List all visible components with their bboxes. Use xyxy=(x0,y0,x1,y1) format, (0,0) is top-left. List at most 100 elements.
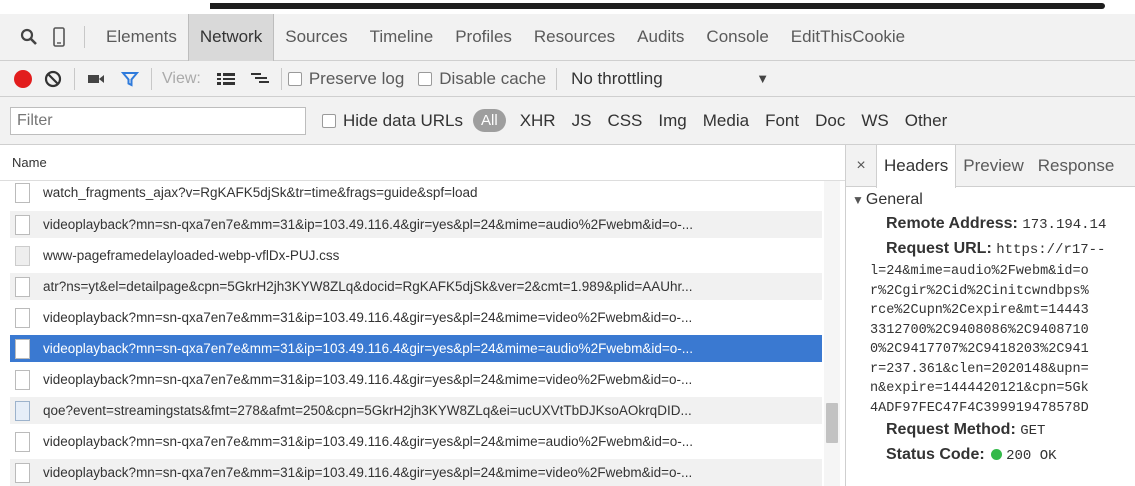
filter-type-font[interactable]: Font xyxy=(757,111,807,131)
status-ok-icon xyxy=(991,449,1003,461)
large-rows-icon[interactable] xyxy=(209,61,243,97)
window-top-edge xyxy=(0,0,1135,14)
preserve-log-checkbox[interactable]: Preserve log xyxy=(287,68,405,89)
document-icon xyxy=(15,431,30,452)
table-row[interactable]: videoplayback?mn=sn-qxa7en7e&mm=31&ip=10… xyxy=(10,304,822,331)
filter-type-ws[interactable]: WS xyxy=(853,111,896,131)
remote-address-value: 173.194.14 xyxy=(1022,217,1107,233)
preserve-log-label: Preserve log xyxy=(308,68,405,88)
status-code-row: Status Code: 200 OK xyxy=(846,443,1135,468)
filter-type-media[interactable]: Media xyxy=(695,111,757,131)
checkbox-box[interactable] xyxy=(287,71,302,86)
overview-icon[interactable] xyxy=(243,61,277,97)
throttling-select[interactable]: No throttling ▼ xyxy=(571,69,769,89)
clear-icon[interactable] xyxy=(36,61,70,97)
divider xyxy=(280,67,282,90)
status-code-label: Status Code: xyxy=(886,446,985,463)
filter-input[interactable] xyxy=(10,106,306,135)
url-line: 0%2C9417707%2C9418203%2C941 xyxy=(870,342,1089,357)
filter-icon[interactable] xyxy=(113,61,147,97)
tab-preview[interactable]: Preview xyxy=(956,145,1030,187)
url-line: l=24&mime=audio%2Fwebm&id=o xyxy=(870,264,1089,279)
tab-sources[interactable]: Sources xyxy=(274,14,358,61)
status-code-value: 200 OK xyxy=(1006,448,1057,464)
filter-type-js[interactable]: JS xyxy=(564,111,600,131)
table-row[interactable]: videoplayback?mn=sn-qxa7en7e&mm=31&ip=10… xyxy=(10,366,822,393)
request-name: watch_fragments_ajax?v=RgKAFK5djSk&tr=ti… xyxy=(43,185,478,200)
document-icon xyxy=(15,369,30,390)
table-row[interactable]: videoplayback?mn=sn-qxa7en7e&mm=31&ip=10… xyxy=(10,459,822,486)
request-url-continuation: l=24&mime=audio%2Fwebm&id=o r%2Cgir%2Cid%… xyxy=(846,262,1135,418)
table-row[interactable]: watch_fragments_ajax?v=RgKAFK5djSk&tr=ti… xyxy=(10,181,822,206)
tab-elements[interactable]: Elements xyxy=(95,14,188,61)
url-line: r%2Cgir%2Cid%2Cinitcwndbps% xyxy=(870,283,1089,299)
list-scrollbar[interactable] xyxy=(824,181,840,486)
filter-type-doc[interactable]: Doc xyxy=(807,111,853,131)
network-toolbar: View: Preserve log Disable cache No thro… xyxy=(0,61,1135,97)
hide-data-urls-checkbox[interactable]: Hide data URLs xyxy=(322,111,463,131)
document-icon xyxy=(15,307,30,328)
table-row[interactable]: atr?ns=yt&el=detailpage&cpn=5GkrH2jh3KYW… xyxy=(10,273,822,300)
tab-audits[interactable]: Audits xyxy=(626,14,695,61)
request-name: atr?ns=yt&el=detailpage&cpn=5GkrH2jh3KYW… xyxy=(43,279,693,294)
filter-type-all[interactable]: All xyxy=(473,109,506,132)
checkbox-box[interactable] xyxy=(418,71,433,86)
record-icon[interactable] xyxy=(14,69,32,88)
request-url-label: Request URL: xyxy=(886,240,992,257)
tab-profiles[interactable]: Profiles xyxy=(444,14,523,61)
dropdown-arrow-icon: ▼ xyxy=(756,71,770,86)
scrollbar-thumb[interactable] xyxy=(826,403,838,443)
tab-resources[interactable]: Resources xyxy=(523,14,626,61)
tab-headers[interactable]: Headers xyxy=(876,145,957,188)
tab-network[interactable]: Network xyxy=(187,13,275,61)
checkbox-box[interactable] xyxy=(322,113,336,128)
tab-editthiscookie[interactable]: EditThisCookie xyxy=(780,14,916,61)
general-section-title: General xyxy=(865,191,923,208)
request-name: videoplayback?mn=sn-qxa7en7e&mm=31&ip=10… xyxy=(43,434,694,449)
table-row-selected[interactable]: videoplayback?mn=sn-qxa7en7e&mm=31&ip=10… xyxy=(10,335,822,362)
request-name: videoplayback?mn=sn-qxa7en7e&mm=31&ip=10… xyxy=(43,217,694,232)
close-icon[interactable]: × xyxy=(846,157,876,175)
document-icon xyxy=(15,276,30,297)
inspect-search-icon[interactable] xyxy=(14,14,44,61)
tab-console[interactable]: Console xyxy=(695,14,779,61)
request-name: qoe?event=streamingstats&fmt=278&afmt=25… xyxy=(43,403,692,418)
request-url-row: Request URL: https://r17-- xyxy=(846,237,1135,262)
remote-address-label: Remote Address: xyxy=(886,215,1018,232)
capture-screenshots-icon[interactable] xyxy=(79,61,113,97)
devtools-tabbar: Elements Network Sources Timeline Profil… xyxy=(0,13,1135,61)
document-icon xyxy=(15,338,30,359)
divider xyxy=(84,26,85,48)
request-list: watch_fragments_ajax?v=RgKAFK5djSk&tr=ti… xyxy=(0,181,845,486)
filter-bar: Hide data URLs All XHR JS CSS Img Media … xyxy=(0,97,1135,145)
filter-type-other[interactable]: Other xyxy=(897,111,956,131)
table-row[interactable]: www-pageframedelayloaded-webp-vflDx-PUJ.… xyxy=(10,242,822,269)
document-icon xyxy=(15,214,30,235)
view-label: View: xyxy=(162,69,201,87)
request-method-row: Request Method: GET xyxy=(846,418,1135,443)
throttling-value: No throttling xyxy=(571,68,663,88)
divider xyxy=(74,67,75,90)
tab-timeline[interactable]: Timeline xyxy=(359,14,445,61)
stylesheet-icon xyxy=(15,245,30,266)
table-row[interactable]: videoplayback?mn=sn-qxa7en7e&mm=31&ip=10… xyxy=(10,211,822,238)
request-name: videoplayback?mn=sn-qxa7en7e&mm=31&ip=10… xyxy=(43,465,693,480)
request-method-label: Request Method: xyxy=(886,421,1016,438)
details-tabbar: × Headers Preview Response xyxy=(846,145,1135,188)
disable-cache-checkbox[interactable]: Disable cache xyxy=(418,69,546,89)
filter-type-xhr[interactable]: XHR xyxy=(512,111,564,131)
divider xyxy=(151,67,152,90)
remote-address-row: Remote Address: 173.194.14 xyxy=(846,212,1135,237)
device-mode-icon[interactable] xyxy=(44,14,74,61)
name-column-header[interactable]: Name xyxy=(0,145,845,181)
filter-type-img[interactable]: Img xyxy=(650,111,694,131)
request-name: www-pageframedelayloaded-webp-vflDx-PUJ.… xyxy=(43,248,340,263)
request-name: videoplayback?mn=sn-qxa7en7e&mm=31&ip=10… xyxy=(43,341,694,356)
table-row[interactable]: qoe?event=streamingstats&fmt=278&afmt=25… xyxy=(10,397,822,424)
general-section-toggle[interactable]: ▼ General xyxy=(846,187,1135,209)
filter-type-css[interactable]: CSS xyxy=(599,111,650,131)
tab-response[interactable]: Response xyxy=(1031,145,1122,187)
table-row[interactable]: videoplayback?mn=sn-qxa7en7e&mm=31&ip=10… xyxy=(10,428,822,455)
url-line: 3312700%2C9408086%2C9408710 xyxy=(870,322,1089,338)
name-column-label: Name xyxy=(12,155,47,170)
